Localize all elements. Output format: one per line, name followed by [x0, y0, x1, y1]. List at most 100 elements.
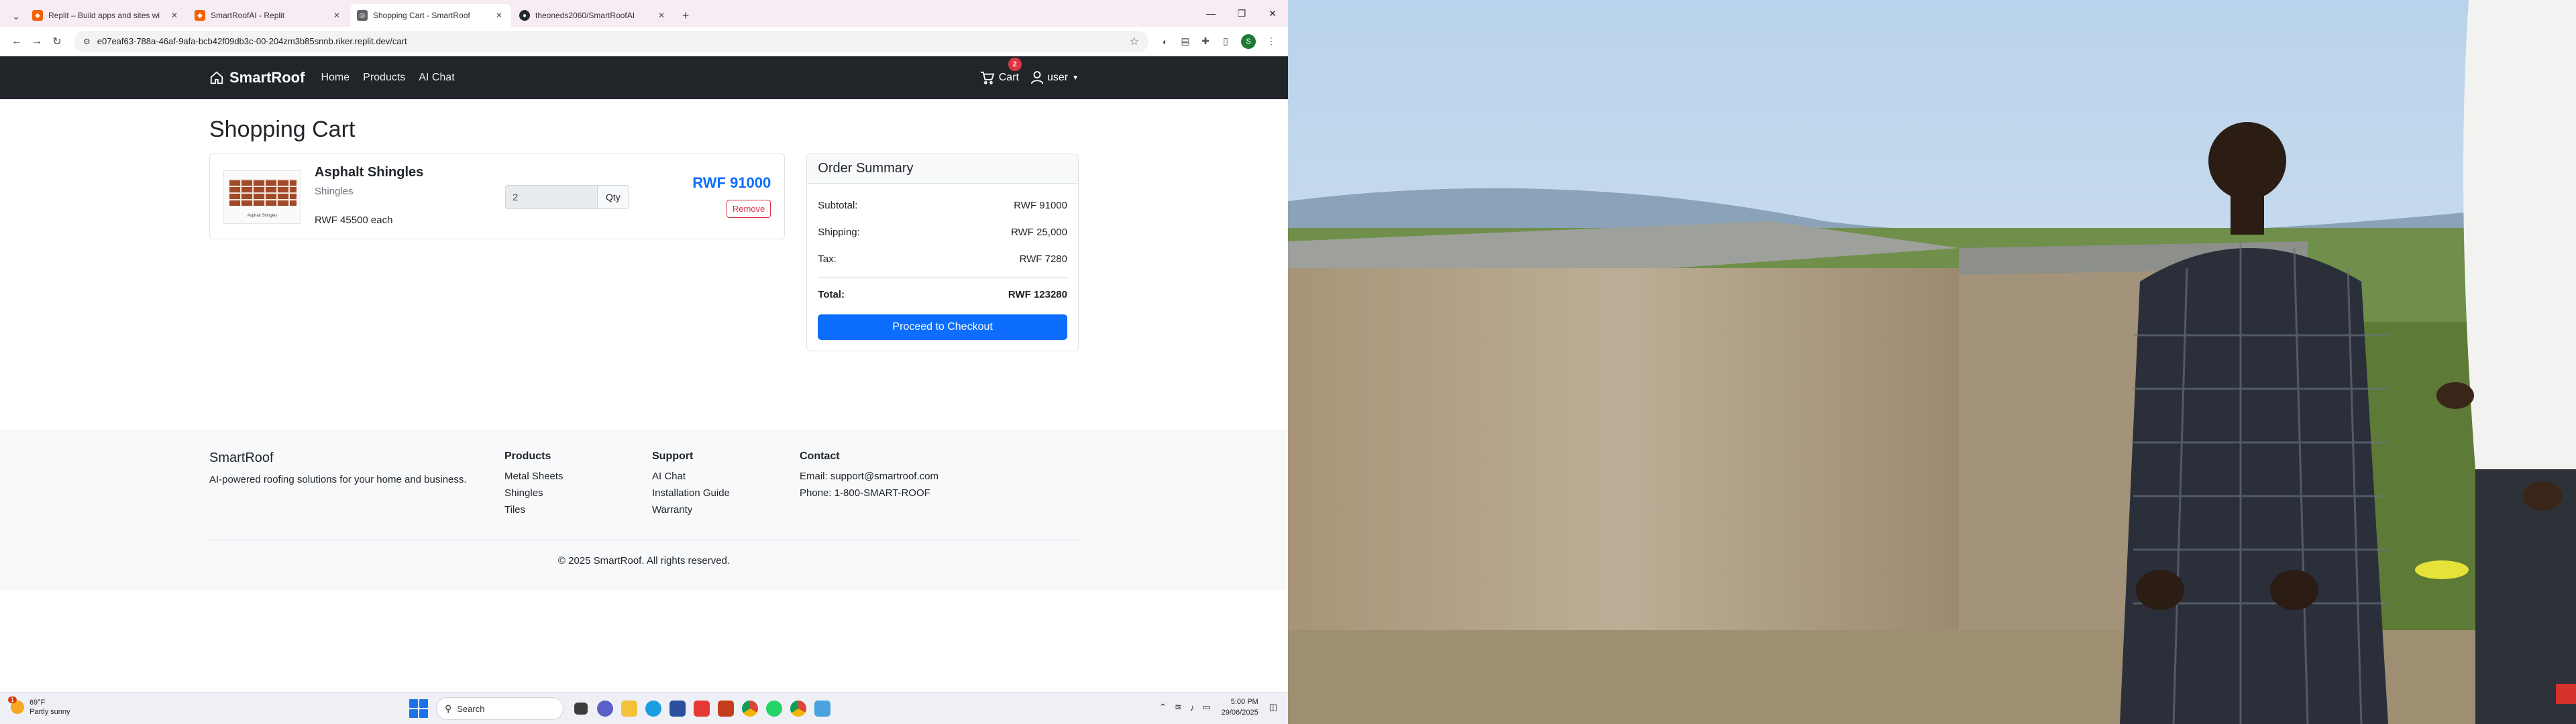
- chrome-profile-icon[interactable]: [786, 697, 810, 721]
- footer-link-warranty[interactable]: Warranty: [652, 504, 800, 516]
- notifications-icon[interactable]: ◫: [1269, 702, 1277, 713]
- footer-link-shingles[interactable]: Shingles: [504, 487, 652, 499]
- forward-arrow-icon[interactable]: →: [27, 32, 47, 52]
- red-app-icon[interactable]: [690, 697, 714, 721]
- site-footer: SmartRoof AI-powered roofing solutions f…: [0, 430, 1288, 591]
- taskbar-clock[interactable]: 5:00 PM 29/06/2025: [1222, 697, 1258, 718]
- summary-value: RWF 7280: [1019, 253, 1067, 265]
- wifi-icon[interactable]: ≋: [1175, 702, 1182, 713]
- office-icon[interactable]: [714, 697, 738, 721]
- summary-value: RWF 25,000: [1011, 226, 1067, 238]
- edge-icon[interactable]: [641, 697, 665, 721]
- tab-github-repo[interactable]: ● theoneds2060/SmartRoofAI ✕: [513, 4, 674, 27]
- summary-row-total: Total: RWF 123280: [818, 281, 1067, 308]
- footer-email: Email: support@smartroof.com: [800, 471, 938, 482]
- new-tab-icon[interactable]: +: [675, 4, 696, 27]
- back-arrow-icon[interactable]: ←: [7, 32, 27, 52]
- reload-icon[interactable]: ↻: [47, 32, 67, 52]
- task-view-icon[interactable]: [569, 697, 593, 721]
- close-window-icon[interactable]: ✕: [1257, 0, 1288, 27]
- summary-label: Subtotal:: [818, 199, 858, 211]
- tab-close-icon[interactable]: ✕: [656, 11, 667, 20]
- bookmark-star-icon[interactable]: ☆: [1130, 35, 1139, 48]
- quantity-input[interactable]: 2: [505, 185, 598, 209]
- weather-widget[interactable]: 1 69°F Partly sunny: [8, 697, 70, 717]
- tab-title: theoneds2060/SmartRoofAI: [535, 11, 635, 20]
- site-navbar: SmartRoof Home Products AI Chat Cart 2 u…: [0, 56, 1288, 99]
- brand-name: SmartRoof: [229, 69, 305, 86]
- footer-link-metal-sheets[interactable]: Metal Sheets: [504, 471, 652, 482]
- globe-favicon-icon: ◎: [357, 10, 368, 21]
- minimize-icon[interactable]: —: [1195, 0, 1226, 27]
- url-omnibox[interactable]: ⚙ e07eaf63-788a-46af-9afa-bcb42f09db3c-0…: [74, 30, 1148, 52]
- profile-avatar[interactable]: S: [1241, 34, 1256, 49]
- whatsapp-icon[interactable]: [762, 697, 786, 721]
- tab-search-icon[interactable]: ⌄: [7, 5, 25, 27]
- house-icon: [210, 71, 223, 84]
- footer-brand: SmartRoof: [209, 450, 274, 465]
- file-explorer-icon[interactable]: [617, 697, 641, 721]
- chat-app-icon[interactable]: [593, 697, 617, 721]
- url-text: e07eaf63-788a-46af-9afa-bcb42f09db3c-00-…: [97, 36, 407, 46]
- tab-close-icon[interactable]: ✕: [169, 11, 180, 20]
- nav-ai-chat[interactable]: AI Chat: [419, 72, 454, 84]
- store-icon[interactable]: [665, 697, 690, 721]
- volume-icon[interactable]: ♪: [1190, 703, 1195, 713]
- cart-icon: [980, 71, 995, 84]
- order-summary-column: Order Summary Subtotal: RWF 91000 Shippi…: [806, 154, 1079, 351]
- item-category: Shingles: [315, 186, 354, 197]
- footer-link-installation-guide[interactable]: Installation Guide: [652, 487, 800, 499]
- tab-close-icon[interactable]: ✕: [331, 11, 342, 20]
- tab-shopping-cart[interactable]: ◎ Shopping Cart - SmartRoof ✕: [350, 4, 511, 27]
- github-favicon-icon: ●: [519, 10, 530, 21]
- footer-tagline: AI-powered roofing solutions for your ho…: [209, 474, 467, 485]
- summary-total-value: RWF 123280: [1008, 288, 1067, 300]
- maximize-icon[interactable]: ❐: [1226, 0, 1257, 27]
- address-bar-row: ← → ↻ ⚙ e07eaf63-788a-46af-9afa-bcb42f09…: [0, 27, 1288, 56]
- battery-icon[interactable]: ▭: [1202, 702, 1210, 713]
- tab-smartroofai-replit[interactable]: ◆ SmartRoofAI - Replit ✕: [188, 4, 349, 27]
- footer-link-tiles[interactable]: Tiles: [504, 504, 652, 516]
- remove-button[interactable]: Remove: [726, 200, 771, 218]
- footer-support-heading: Support: [652, 450, 694, 462]
- tab-replit-home[interactable]: ◆ Replit – Build apps and sites wi ✕: [25, 4, 186, 27]
- tab-title: Shopping Cart - SmartRoof: [373, 11, 470, 20]
- windows-start-icon[interactable]: [409, 699, 428, 718]
- replit-favicon-icon: ◆: [32, 10, 43, 21]
- search-icon: ⚲: [445, 703, 452, 714]
- brand-link[interactable]: SmartRoof: [209, 69, 305, 86]
- nav-home[interactable]: Home: [321, 72, 350, 84]
- clock-time: 5:00 PM: [1230, 698, 1258, 706]
- kebab-menu-icon[interactable]: ⋮: [1261, 32, 1281, 52]
- tab-title: Replit – Build apps and sites wi: [48, 11, 160, 20]
- item-line-total: RWF 91000: [692, 174, 771, 191]
- summary-row-tax: Tax: RWF 7280: [818, 245, 1067, 272]
- summary-value: RWF 91000: [1014, 199, 1067, 211]
- downloads-icon[interactable]: ▤: [1175, 32, 1195, 52]
- sidebar-icon[interactable]: ▯: [1216, 32, 1236, 52]
- product-thumbnail: Asphalt Shingles: [223, 170, 301, 224]
- paint-icon[interactable]: [810, 697, 835, 721]
- windows-taskbar: 1 69°F Partly sunny ⚲ Search ⌃ ≋ ♪ ▭ 5:0…: [0, 692, 1288, 724]
- thumbnail-caption: Asphalt Shingles: [247, 214, 278, 218]
- chrome-icon[interactable]: [738, 697, 762, 721]
- footer-link-ai-chat[interactable]: AI Chat: [652, 471, 800, 482]
- proceed-to-checkout-button[interactable]: Proceed to Checkout: [818, 314, 1067, 340]
- tab-close-icon[interactable]: ✕: [494, 11, 504, 20]
- summary-total-label: Total:: [818, 288, 845, 300]
- system-tray: ⌃ ≋ ♪ ▭ 5:00 PM 29/06/2025 ◫: [1155, 697, 1281, 718]
- browser-window: ⌄ ◆ Replit – Build apps and sites wi ✕ ◆…: [0, 0, 1288, 692]
- weather-badge: 1: [8, 697, 17, 703]
- cart-link[interactable]: Cart 2: [980, 58, 1022, 84]
- user-icon: [1030, 71, 1043, 84]
- extension-icon[interactable]: ◐: [1155, 32, 1175, 52]
- footer-brand-column: SmartRoof AI-powered roofing solutions f…: [209, 450, 504, 521]
- chevron-up-icon[interactable]: ⌃: [1159, 702, 1167, 713]
- nav-products[interactable]: Products: [363, 72, 405, 84]
- footer-products-heading: Products: [504, 450, 551, 462]
- user-dropdown[interactable]: user ▼: [1030, 71, 1079, 84]
- site-info-icon[interactable]: ⚙: [83, 37, 91, 46]
- cart-label: Cart: [998, 72, 1019, 83]
- taskbar-search[interactable]: ⚲ Search: [436, 697, 564, 720]
- puzzle-extensions-icon[interactable]: ✚: [1195, 32, 1216, 52]
